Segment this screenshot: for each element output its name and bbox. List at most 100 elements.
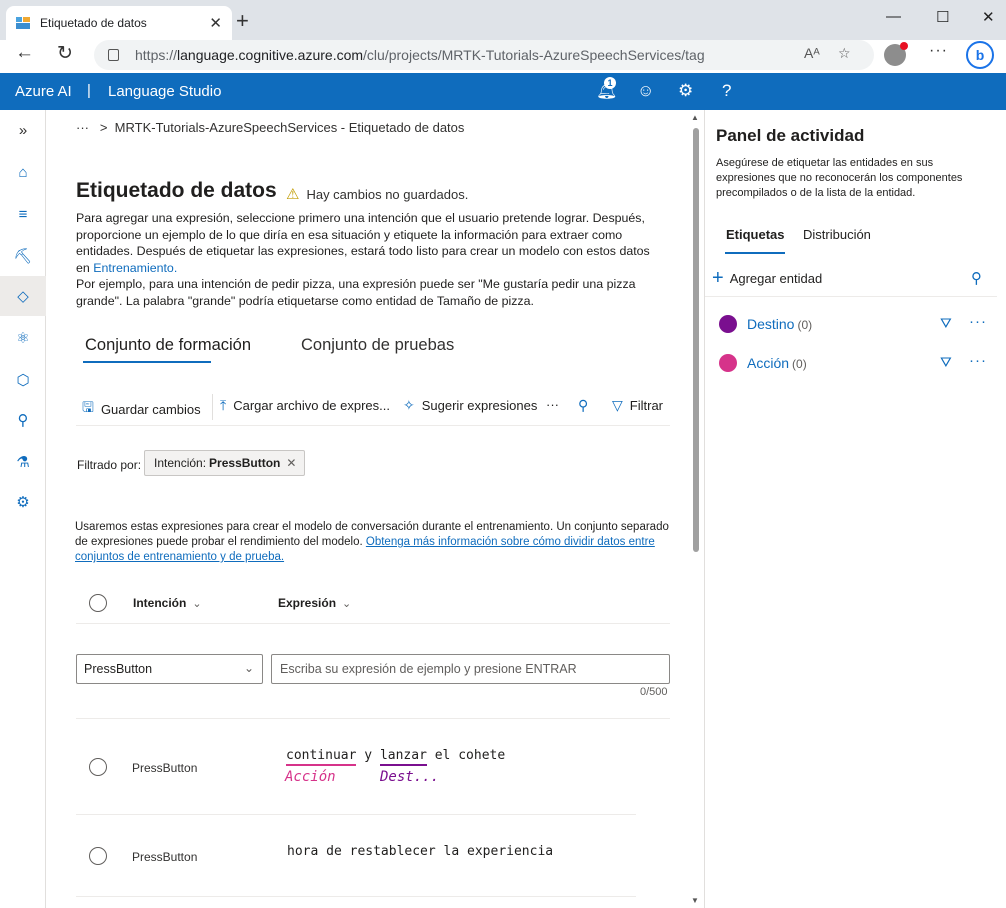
intent-dropdown[interactable]: PressButton ⌄ <box>76 654 263 684</box>
intent-filter-chip[interactable]: Intención: PressButton ✕ <box>144 450 306 476</box>
upload-utterances-button[interactable]: ⤒ Cargar archivo de expres... <box>220 397 390 414</box>
tab-training-set[interactable]: Conjunto de formación <box>85 336 251 355</box>
entity-span-destino[interactable]: lanzar <box>379 748 427 766</box>
row-select-radio[interactable] <box>89 847 107 865</box>
filter-button[interactable]: ▽ Filtrar <box>612 397 663 414</box>
feedback-smiley-icon[interactable]: ☺ <box>637 81 654 101</box>
row-intent: PressButton <box>132 761 198 775</box>
main-content: ··· > MRTK-Tutorials-AzureSpeechServices… <box>46 110 690 908</box>
entity-more-icon[interactable]: ··· <box>969 352 987 369</box>
row-divider <box>76 814 636 815</box>
utterance-text[interactable]: continuar y lanzar el cohete <box>286 748 505 766</box>
maximize-icon[interactable]: ☐ <box>936 8 949 26</box>
utterance-text[interactable]: hora de restablecer la experiencia <box>287 844 553 859</box>
help-icon[interactable]: ? <box>722 81 731 101</box>
window-close-icon[interactable]: ✕ <box>982 8 995 26</box>
scroll-thumb[interactable] <box>693 128 699 552</box>
dataset-info-text: Usaremos estas expresiones para crear el… <box>75 521 669 563</box>
char-counter: 0/500 <box>640 686 668 698</box>
filter-label: Filtrado por: <box>77 458 142 472</box>
unsaved-warning: ⚠ Hay cambios no guardados. <box>286 186 469 203</box>
tab-title: Etiquetado de datos <box>40 16 147 30</box>
training-link[interactable]: Entrenamiento. <box>93 261 177 275</box>
entity-row-accion[interactable]: Acción (0) ⛛ ··· <box>719 352 1001 376</box>
chevron-down-icon: ⌄ <box>243 661 254 675</box>
expression-column-header[interactable]: Expresión ⌄ <box>278 596 351 610</box>
deploy-icon[interactable]: ⚲ <box>0 400 46 440</box>
browser-tab[interactable]: Etiquetado de datos ✕ <box>6 6 232 40</box>
browser-menu-icon[interactable]: ··· <box>929 42 948 60</box>
entity-span-accion[interactable]: continuar <box>286 748 357 766</box>
expand-nav-icon[interactable]: » <box>0 110 46 150</box>
back-icon[interactable]: ← <box>15 42 34 64</box>
search-button[interactable]: ⚲ <box>578 397 595 414</box>
breadcrumb-current: MRTK-Tutorials-AzureSpeechServices - Eti… <box>114 120 465 135</box>
row-divider <box>76 896 636 897</box>
refresh-icon[interactable]: ↻ <box>57 42 73 65</box>
entity-filter-icon[interactable]: ⛛ <box>940 315 952 332</box>
close-tab-icon[interactable]: ✕ <box>209 14 222 32</box>
project-settings-icon[interactable]: ⚙ <box>0 482 46 522</box>
header-separator: | <box>87 82 91 99</box>
training-jobs-icon[interactable]: ⚛ <box>0 318 46 358</box>
data-labeling-tag-icon[interactable]: ◇ <box>0 276 46 316</box>
chevron-down-icon: ⌄ <box>342 598 352 610</box>
product-label[interactable]: Language Studio <box>108 83 221 100</box>
add-entity-button[interactable]: + Agregar entidad <box>712 267 822 289</box>
row-divider <box>76 718 670 719</box>
plus-icon: + <box>712 267 724 289</box>
scroll-up-icon[interactable]: ▲ <box>691 113 699 122</box>
lock-icon <box>108 49 119 61</box>
main-scrollbar[interactable]: ▲ ▼ <box>690 110 704 908</box>
grid-header: Intención ⌄ Expresión ⌄ <box>76 584 670 624</box>
save-changes-button[interactable]: 🖫 Guardar cambios <box>82 397 201 421</box>
select-all-radio[interactable] <box>89 594 107 612</box>
filter-funnel-icon: ▽ <box>612 397 623 413</box>
panel-description: Asegúrese de etiquetar las entidades en … <box>716 157 963 199</box>
remove-filter-icon[interactable]: ✕ <box>286 456 296 470</box>
notification-badge: 1 <box>604 77 616 89</box>
tab-labels[interactable]: Etiquetas <box>726 227 785 242</box>
selected-tab-indicator <box>83 361 211 363</box>
scroll-down-icon[interactable]: ▼ <box>691 896 699 905</box>
build-schema-icon[interactable]: ⛏ <box>0 236 46 276</box>
entity-search-icon[interactable]: ⚲ <box>971 269 982 287</box>
panel-divider <box>705 296 997 297</box>
entity-color-dot <box>719 354 737 372</box>
bing-chat-icon[interactable]: b <box>966 41 994 69</box>
row-select-radio[interactable] <box>89 758 107 776</box>
left-nav: » ⌂ ≡ ⛏ ◇ ⚛ ⬡ ⚲ ⚗ ⚙ <box>0 110 46 908</box>
page-description: Para agregar una expresión, seleccione p… <box>76 211 650 308</box>
row-intent: PressButton <box>132 850 198 864</box>
panel-tab-indicator <box>725 252 785 254</box>
entity-label-destino: Dest... <box>380 769 440 785</box>
suggest-utterances-button[interactable]: ✧ Sugerir expresiones <box>403 397 537 414</box>
favorite-icon[interactable]: ☆ <box>838 45 851 62</box>
brand-label[interactable]: Azure AI <box>15 83 72 100</box>
read-aloud-icon[interactable]: Aᴬ <box>804 45 820 61</box>
entity-row-destino[interactable]: Destino (0) ⛛ ··· <box>719 313 1001 337</box>
new-tab-icon[interactable]: + <box>236 8 249 34</box>
intent-column-header[interactable]: Intención ⌄ <box>133 596 202 610</box>
browser-tab-bar: Etiquetado de datos ✕ + — ☐ ✕ <box>0 0 1006 40</box>
breadcrumb-ellipsis[interactable]: ··· <box>76 120 89 135</box>
tab-testing-set[interactable]: Conjunto de pruebas <box>301 336 454 355</box>
testing-flask-icon[interactable]: ⚗ <box>0 442 46 482</box>
tab-distribution[interactable]: Distribución <box>803 227 871 242</box>
entity-filter-icon[interactable]: ⛛ <box>940 354 952 371</box>
schema-list-icon[interactable]: ≡ <box>0 194 46 234</box>
minimize-icon[interactable]: — <box>886 8 901 25</box>
settings-gear-icon[interactable]: ⚙ <box>678 81 693 101</box>
breadcrumb-separator-icon: > <box>99 120 108 135</box>
home-icon[interactable]: ⌂ <box>0 152 46 192</box>
activity-panel: Panel de actividad Asegúrese de etiqueta… <box>704 110 1006 908</box>
profile-avatar[interactable] <box>884 42 908 66</box>
model-cube-icon[interactable]: ⬡ <box>0 360 46 400</box>
breadcrumb: ··· > MRTK-Tutorials-AzureSpeechServices… <box>76 120 464 135</box>
more-commands-button[interactable]: ··· <box>546 397 559 412</box>
utterance-input[interactable]: Escriba su expresión de ejemplo y presio… <box>271 654 670 684</box>
entity-name: Acción (0) <box>747 355 807 371</box>
url-field[interactable]: https://language.cognitive.azure.com/clu… <box>94 40 874 70</box>
entity-more-icon[interactable]: ··· <box>969 313 987 330</box>
save-icon: 🖫 <box>82 399 94 415</box>
